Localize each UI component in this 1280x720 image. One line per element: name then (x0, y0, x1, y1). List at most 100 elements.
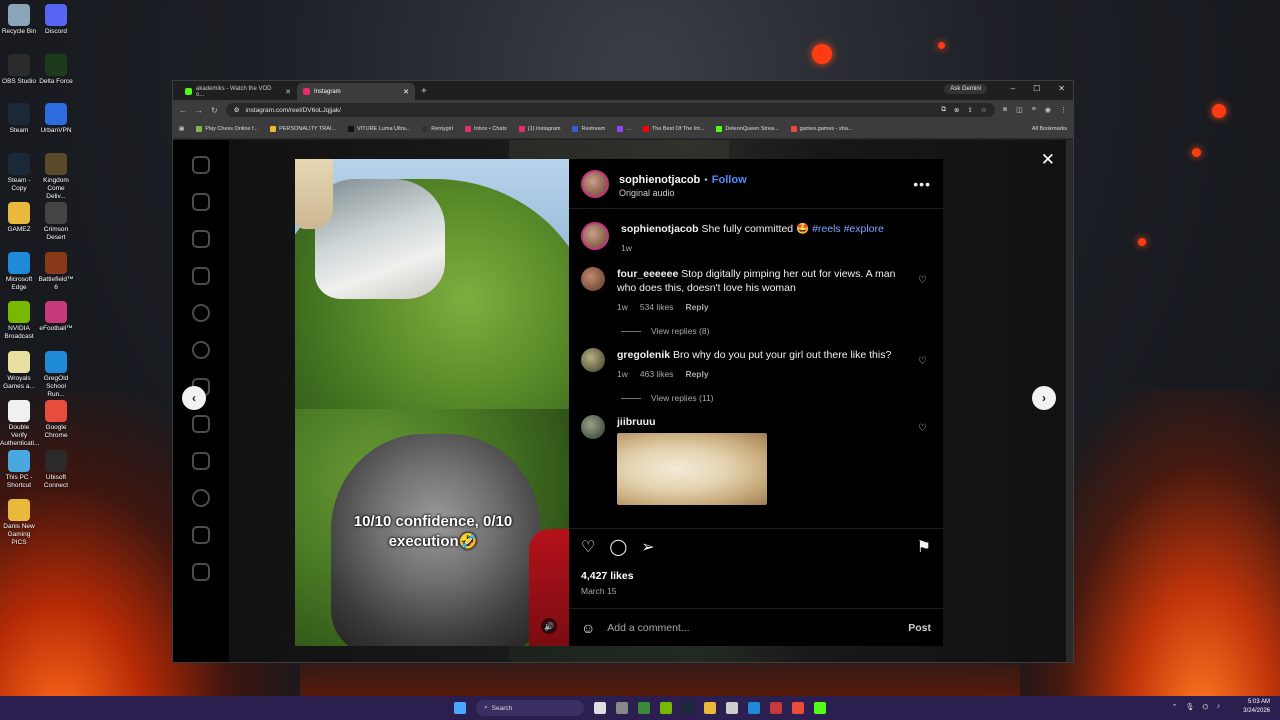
close-window-button[interactable]: ✕ (1058, 84, 1065, 93)
comment-image[interactable] (617, 433, 767, 505)
view-replies-button[interactable]: View replies (8) (621, 326, 931, 336)
scrollbar[interactable] (1066, 140, 1073, 662)
avatar[interactable] (581, 222, 609, 250)
zoom-icon[interactable]: ⊕ (954, 106, 959, 114)
reel-video[interactable]: 10/10 confidence, 0/10 execution🤣 🔊 (295, 159, 569, 646)
chrome-icon[interactable] (792, 702, 804, 714)
home-icon[interactable] (192, 193, 210, 211)
explore-icon[interactable] (192, 341, 210, 359)
bookmark-item[interactable]: Restream (572, 126, 605, 132)
bookmark-icon[interactable]: ⚑ (917, 537, 931, 557)
tab-akademiks[interactable]: akademiks - Watch the VOD o... ✕ (179, 83, 297, 100)
bookmark-item[interactable]: DeleonQueen Strea... (716, 126, 779, 132)
desktop-shortcut[interactable]: UrbanVPN (37, 103, 75, 135)
bookmark-item[interactable]: ... (617, 126, 631, 132)
caption-tags[interactable]: #reels #explore (812, 223, 884, 235)
back-icon[interactable]: ← (179, 106, 187, 115)
desktop-shortcut[interactable]: NVIDIA Broadcast (0, 301, 38, 341)
desktop-shortcut[interactable]: OBS Studio (0, 53, 38, 86)
also-from-meta-icon[interactable] (192, 563, 210, 581)
reload-icon[interactable]: ↻ (211, 106, 218, 115)
calculator-icon[interactable] (726, 702, 738, 714)
like-comment-icon[interactable]: ♡ (918, 356, 927, 367)
share-icon[interactable]: ➢ (641, 537, 654, 557)
previous-arrow-icon[interactable]: ‹ (182, 386, 206, 410)
install-icon[interactable]: ⧉ (941, 106, 946, 114)
desktop-shortcut[interactable]: This PC - Shortcut (0, 449, 38, 490)
avatar[interactable] (581, 415, 605, 439)
desktop-shortcut[interactable]: GAMEZ (0, 202, 38, 234)
desktop-shortcut[interactable]: Danis New Gaming PICS (0, 499, 38, 547)
bookmark-item[interactable]: games.games - sha... (790, 126, 852, 132)
edge-icon[interactable] (748, 702, 760, 714)
desktop-shortcut[interactable]: Discord (37, 4, 75, 36)
next-arrow-icon[interactable]: › (1032, 386, 1056, 410)
instagram-logo-icon[interactable] (192, 156, 210, 174)
desktop-shortcut[interactable]: eFootball™ (37, 301, 75, 333)
extensions-icon[interactable]: ⧈ (1003, 106, 1007, 114)
file-explorer-icon[interactable] (704, 702, 716, 714)
bookmark-item[interactable]: VITURE Luma Ultra... (348, 126, 410, 132)
audio-label[interactable]: Original audio (619, 188, 747, 198)
bookmark-star-icon[interactable]: ☆ (981, 106, 987, 114)
minimize-button[interactable]: – (1011, 84, 1015, 93)
comment-input[interactable]: Add a comment... (607, 622, 896, 634)
desktop-shortcut[interactable]: Wroyals Games a... (0, 350, 38, 391)
bookmark-item[interactable]: The Best Of The Int... (642, 126, 704, 132)
mute-icon[interactable]: 🔊 (541, 618, 557, 634)
dashboard-icon[interactable] (192, 452, 210, 470)
menu-icon[interactable]: ⋮ (1060, 106, 1067, 114)
post-button[interactable]: Post (908, 622, 931, 634)
comment-likes[interactable]: 534 likes (640, 300, 674, 314)
desktop-shortcut[interactable]: Crimson Desert (37, 202, 75, 242)
desktop-shortcut[interactable]: Google Chrome (37, 400, 75, 440)
desktop-shortcut[interactable]: Kingdom Come Deliv... (37, 152, 75, 201)
share-icon[interactable]: ⇪ (967, 106, 972, 114)
comment-username[interactable]: gregolenik (617, 349, 670, 361)
desktop-shortcut[interactable]: Recycle Bin (0, 4, 38, 36)
new-tab-button[interactable]: + (421, 83, 427, 100)
kick-icon[interactable] (814, 702, 826, 714)
settings-icon[interactable] (616, 702, 628, 714)
search-icon[interactable] (192, 304, 210, 322)
site-info-icon[interactable]: ⚙ (234, 106, 240, 114)
split-view-icon[interactable]: ◫ (1016, 106, 1023, 114)
desktop-shortcut[interactable]: GregOld School Run... (37, 350, 75, 399)
emoji-icon[interactable]: ☺ (581, 620, 595, 636)
bookmark-item[interactable]: Rentygirl (422, 126, 453, 132)
desktop-shortcut[interactable]: Ubisoft Connect (37, 449, 75, 490)
microphone-icon[interactable]: 🎙 (1185, 703, 1194, 711)
close-icon[interactable]: ✕ (285, 88, 291, 96)
follow-button[interactable]: Follow (712, 174, 747, 186)
like-count[interactable]: 4,427 likes (581, 570, 634, 582)
like-comment-icon[interactable]: ♡ (918, 275, 927, 286)
comment-username[interactable]: jiibruuu (617, 416, 656, 428)
chevron-up-icon[interactable]: ⌃ (1172, 703, 1178, 711)
photos-icon[interactable] (770, 702, 782, 714)
desktop-shortcut[interactable]: Battlefield™ 6 (37, 251, 75, 292)
volume-icon[interactable]: ♪ (1217, 703, 1221, 711)
profile-avatar[interactable] (192, 489, 210, 507)
desktop-shortcut[interactable]: Delta Force (37, 53, 75, 86)
profile-icon[interactable]: ◉ (1045, 106, 1051, 114)
windows-start-icon[interactable] (454, 702, 466, 714)
forward-icon[interactable]: → (195, 106, 203, 115)
reply-button[interactable]: Reply (685, 300, 708, 314)
bookmark-item[interactable]: (1) Instagram (518, 126, 560, 132)
media-icon[interactable]: ≡ (1032, 106, 1036, 114)
steam-icon[interactable] (682, 702, 694, 714)
post-username[interactable]: sophienotjacob (619, 174, 700, 186)
avatar[interactable] (581, 348, 605, 372)
reply-button[interactable]: Reply (685, 367, 708, 381)
apps-icon[interactable]: ▦ (179, 126, 184, 132)
more-options-icon[interactable]: ••• (913, 176, 931, 192)
desktop-shortcut[interactable]: Steam - Copy (0, 152, 38, 193)
desktop-shortcut[interactable]: Double Verify Authenticati... (0, 400, 39, 448)
taskbar-search[interactable]: ⌕ Search (476, 700, 584, 716)
maximize-button[interactable]: ☐ (1033, 84, 1040, 93)
address-bar[interactable]: ⚙ instagram.com/reel/DV6oLJqjjak/ ⧉ ⊕ ⇪ … (225, 103, 995, 117)
close-icon[interactable]: ✕ (403, 88, 409, 96)
comment-username[interactable]: sophienotjacob (621, 223, 699, 235)
comment-likes[interactable]: 463 likes (640, 367, 674, 381)
nvidia-icon[interactable] (660, 702, 672, 714)
